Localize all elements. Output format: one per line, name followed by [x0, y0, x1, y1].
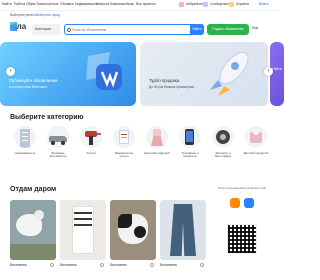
search-input[interactable] — [72, 27, 190, 33]
category-auto-parts[interactable]: Запчасти и автотовары — [210, 126, 236, 159]
category-cars[interactable]: Легковые автомобили — [45, 126, 71, 159]
my-link[interactable]: Мои — [252, 26, 258, 30]
search-button[interactable]: Найти — [190, 24, 204, 35]
category-phones[interactable]: Телефоны и планшеты — [177, 126, 203, 159]
nav-link-3[interactable]: Обувь — [26, 2, 36, 6]
app-promo-title: Юла в приложениях Android и iOS — [218, 186, 266, 190]
nav-link-1[interactable]: Найти — [2, 2, 12, 6]
qr-code — [227, 224, 257, 254]
giveaway-image-4 — [160, 200, 206, 260]
category-women-clothes[interactable]: Женский гардероб — [144, 126, 170, 155]
messages-link[interactable]: Сообщения — [210, 2, 228, 6]
category-realestate[interactable]: Недвижимость — [12, 126, 38, 155]
region-label: Выберите регион — [10, 13, 36, 17]
ios-app-icon[interactable] — [244, 198, 254, 208]
banner-turbo-title: Турбо продажа — [149, 78, 180, 83]
categories-button-label: Категории — [35, 27, 51, 31]
giveaway-card-2[interactable]: Бесплатно — [60, 200, 106, 267]
favorite-icon[interactable] — [50, 263, 54, 267]
cart-icon — [229, 2, 234, 7]
region-selector[interactable]: Выберите город — [36, 13, 60, 17]
dress-icon — [146, 126, 168, 148]
giveaway-image-1 — [10, 200, 56, 260]
rocket-illustration — [210, 51, 249, 96]
giveaway-card-3[interactable]: Бесплатно — [110, 200, 156, 267]
nav-link-6[interactable]: Недвижимость — [75, 2, 98, 6]
carousel-prev-button[interactable]: ‹ — [6, 67, 15, 76]
banner-vk-title: Публикуйте объявления — [9, 78, 58, 83]
nav-link-all[interactable]: Все проекты — [136, 2, 156, 6]
giveaway-title: Отдам даром — [10, 186, 57, 193]
banner-vk-subtitle: в сообществах ВКонтакте — [9, 85, 48, 89]
giveaway-image-2 — [60, 200, 106, 260]
tire-icon — [212, 126, 234, 148]
app-promo: Юла в приложениях Android и iOS — [214, 186, 270, 270]
phone-icon — [179, 126, 201, 148]
nav-link-9[interactable]: Игры — [126, 2, 134, 6]
carousel-next-button[interactable]: › — [264, 67, 273, 76]
logo[interactable]: юла — [10, 22, 26, 31]
favorite-icon[interactable] — [200, 263, 204, 267]
giveaway-image-3 — [110, 200, 156, 260]
building-icon — [14, 126, 36, 148]
favorites-link[interactable]: Избранное — [186, 2, 203, 6]
favorite-icon[interactable] — [150, 263, 154, 267]
category-services[interactable]: Услуги — [78, 126, 104, 155]
clipboard-icon — [113, 126, 135, 148]
top-nav: Найти Работа Обувь Транспортные Объявки … — [0, 0, 280, 11]
banner-turbo[interactable]: Турбо продажа До 30 раз больше просмотро… — [140, 42, 268, 106]
search-icon — [67, 27, 71, 32]
android-app-icon[interactable] — [230, 198, 240, 208]
giveaway-card-4[interactable]: Бесплатно — [160, 200, 206, 267]
region-row: Выберите регион Выберите город — [0, 11, 280, 20]
drill-icon — [80, 126, 102, 148]
favorite-icon[interactable] — [100, 263, 104, 267]
car-icon — [47, 126, 69, 148]
nav-link-5[interactable]: Объявки — [60, 2, 74, 6]
category-jobs[interactable]: Вакансии на услуги — [111, 126, 137, 159]
vk-illustration — [86, 52, 122, 90]
banner-turbo-subtitle: До 30 раз больше просмотров — [149, 85, 194, 89]
nav-link-2[interactable]: Работа — [14, 2, 25, 6]
banner-vk[interactable]: Публикуйте объявления в сообществах ВКон… — [0, 42, 136, 106]
banner-next-title: Найти — [272, 67, 282, 71]
nav-link-7[interactable]: Новости — [96, 2, 109, 6]
categories-button[interactable]: Категории — [32, 24, 61, 35]
cart-link[interactable]: Корзина — [236, 2, 249, 6]
login-link[interactable]: Войти — [259, 2, 269, 6]
nav-link-8[interactable]: Компании — [110, 2, 126, 6]
giveaway-card-1[interactable]: Бесплатно — [10, 200, 56, 267]
post-ad-button[interactable]: Подать объявление — [207, 24, 249, 35]
search-bar: Найти — [64, 24, 204, 35]
heart-icon — [179, 2, 184, 7]
child-clothes-icon — [245, 126, 267, 148]
chat-icon — [203, 2, 208, 7]
nav-link-4[interactable]: Транспортные — [36, 2, 59, 6]
categories-title: Выберите категорию — [10, 114, 84, 121]
category-kids-clothes[interactable]: Детский гардероб — [243, 126, 269, 155]
